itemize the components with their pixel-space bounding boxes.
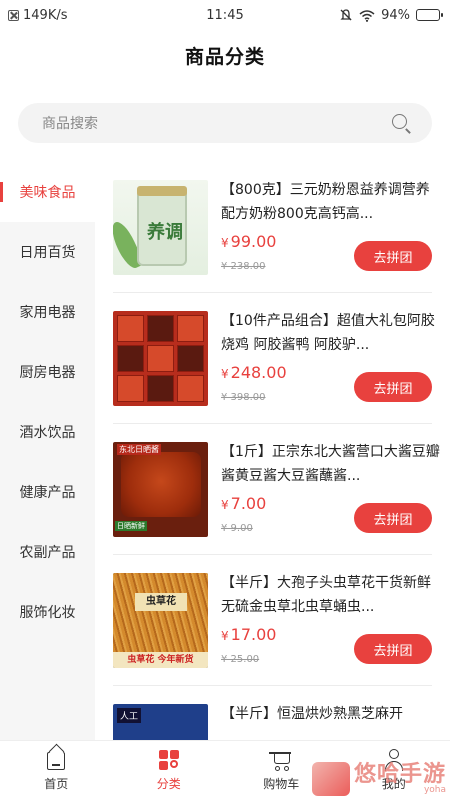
product-price: ¥7.00 (221, 494, 266, 513)
original-price: ¥ 238.00 (221, 261, 266, 272)
notification-close-icon (8, 9, 19, 21)
watermark-text: 悠哈手游 yoha (353, 761, 446, 795)
watermark-sub: yoha (423, 784, 446, 795)
group-buy-button[interactable]: 去拼团 (354, 634, 432, 664)
group-buy-button[interactable]: 去拼团 (354, 503, 432, 533)
sidebar-item-home-appliances[interactable]: 家用电器 (0, 282, 95, 342)
status-right: 94% (339, 7, 443, 23)
price-value: 17.00 (230, 625, 277, 644)
nav-category[interactable]: 分类 (113, 741, 226, 800)
group-buy-button[interactable]: 去拼团 (354, 241, 432, 271)
product-list: 养调 【800克】三元奶粉恩益养调营养配方奶粉800克高钙高... ¥99.00… (95, 162, 450, 740)
product-card[interactable]: 东北日晒酱 日晒新鲜 【1斤】正宗东北大酱营口大酱豆瓣酱黄豆酱大豆酱蘸酱... … (113, 424, 440, 555)
sidebar-item-label: 服饰化妆 (19, 605, 76, 621)
currency-symbol: ¥ (221, 236, 229, 250)
product-card[interactable]: 人工 【半斤】恒温烘炒熟黑芝麻开 (113, 686, 432, 740)
product-card[interactable]: 虫草花 虫草花 今年新货 【半斤】大孢子头虫草花干货新鲜 无硫金虫草北虫草蛹虫.… (113, 555, 432, 686)
status-left: 149K/s (8, 8, 68, 23)
sidebar-item-label: 酒水饮品 (19, 425, 76, 441)
price-value: 248.00 (230, 363, 287, 382)
network-speed: 149K/s (23, 7, 68, 23)
thumb-label: 虫草花 (135, 593, 187, 611)
thumb-label: 人工 (117, 708, 142, 723)
product-name[interactable]: 【10件产品组合】超值大礼包阿胶烧鸡 阿胶酱鸭 阿胶驴... (221, 309, 441, 357)
product-price: ¥99.00 (221, 232, 276, 251)
product-image[interactable]: 人工 (113, 704, 208, 740)
group-buy-button[interactable]: 去拼团 (354, 372, 432, 402)
price-value: 99.00 (230, 232, 277, 251)
sidebar-item-label: 厨房电器 (19, 365, 76, 381)
product-image[interactable]: 虫草花 虫草花 今年新货 (113, 573, 208, 668)
sidebar-item-label: 家用电器 (19, 305, 76, 321)
sidebar-item-food[interactable]: 美味食品 (0, 162, 95, 222)
nav-home[interactable]: 首页 (0, 741, 113, 800)
search-bar[interactable]: 商品搜索 (18, 103, 432, 143)
currency-symbol: ¥ (221, 498, 229, 512)
product-image[interactable]: 东北日晒酱 日晒新鲜 (113, 442, 208, 537)
sidebar-item-label: 日用百货 (19, 245, 76, 261)
thumb-label: 日晒新鲜 (115, 521, 147, 531)
home-icon (43, 748, 69, 772)
sidebar-item-farm-products[interactable]: 农副产品 (0, 522, 95, 582)
search-icon[interactable] (382, 103, 422, 143)
nav-label: 首页 (44, 777, 69, 791)
nav-label: 购物车 (263, 777, 300, 791)
watermark-main: 悠哈手游 (353, 761, 446, 787)
sidebar-item-kitchen-appliances[interactable]: 厨房电器 (0, 342, 95, 402)
product-card[interactable]: 【10件产品组合】超值大礼包阿胶烧鸡 阿胶酱鸭 阿胶驴... ¥248.00 ¥… (113, 293, 435, 424)
sidebar-item-apparel-cosmetics[interactable]: 服饰化妆 (0, 582, 95, 642)
nav-label: 分类 (156, 777, 181, 791)
original-price: ¥ 25.00 (221, 654, 260, 665)
thumb-text: 养调 (147, 222, 183, 243)
sidebar-item-label: 农副产品 (19, 545, 76, 561)
watermark-logo-icon (311, 762, 350, 796)
wifi-icon (359, 9, 375, 22)
thumb-label: 虫草花 今年新货 (113, 652, 208, 668)
mute-icon (340, 9, 352, 21)
sidebar-item-daily-goods[interactable]: 日用百货 (0, 222, 95, 282)
product-name[interactable]: 【半斤】恒温烘炒熟黑芝麻开 (221, 702, 441, 726)
sidebar-item-label: 美味食品 (19, 185, 76, 201)
watermark: 悠哈手游 yoha (311, 761, 446, 796)
category-sidebar: 美味食品 日用百货 家用电器 厨房电器 酒水饮品 健康产品 农副产品 服饰化妆 (0, 162, 95, 740)
battery-icon (416, 9, 443, 21)
status-bar: 149K/s 11:45 94% (0, 0, 450, 30)
product-name[interactable]: 【半斤】大孢子头虫草花干货新鲜 无硫金虫草北虫草蛹虫... (221, 571, 441, 619)
product-name[interactable]: 【1斤】正宗东北大酱营口大酱豆瓣酱黄豆酱大豆酱蘸酱... (221, 440, 441, 488)
thumb-label: 东北日晒酱 (117, 444, 161, 455)
product-price: ¥17.00 (221, 625, 276, 644)
sidebar-item-label: 健康产品 (19, 485, 76, 501)
original-price: ¥ 398.00 (221, 392, 266, 403)
product-image[interactable]: 养调 (113, 180, 208, 275)
category-icon (156, 748, 182, 772)
search-input[interactable]: 商品搜索 (42, 113, 382, 133)
original-price: ¥ 9.00 (221, 523, 253, 534)
currency-symbol: ¥ (221, 629, 229, 643)
sidebar-item-drinks[interactable]: 酒水饮品 (0, 402, 95, 462)
cart-icon (268, 748, 294, 772)
product-price: ¥248.00 (221, 363, 287, 382)
battery-percent: 94% (381, 7, 410, 23)
currency-symbol: ¥ (221, 367, 229, 381)
price-value: 7.00 (230, 494, 267, 513)
sidebar-item-health[interactable]: 健康产品 (0, 462, 95, 522)
page-title: 商品分类 (184, 46, 265, 68)
product-card[interactable]: 养调 【800克】三元奶粉恩益养调营养配方奶粉800克高钙高... ¥99.00… (113, 162, 432, 293)
product-image[interactable] (113, 311, 208, 406)
product-name[interactable]: 【800克】三元奶粉恩益养调营养配方奶粉800克高钙高... (221, 178, 441, 226)
